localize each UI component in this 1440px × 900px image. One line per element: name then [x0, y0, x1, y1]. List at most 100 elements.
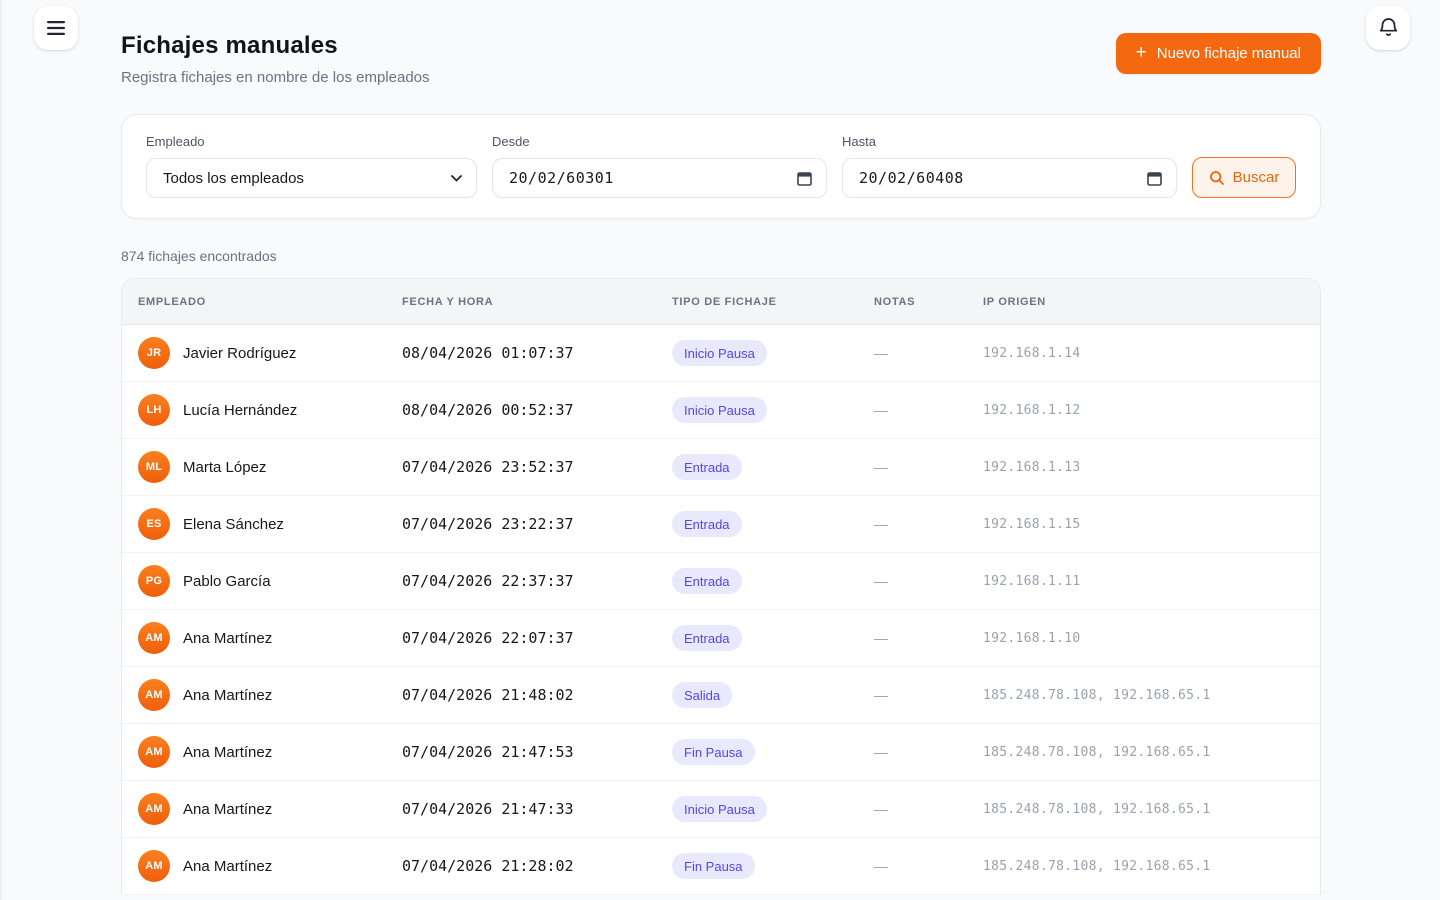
- ip-cell: 185.248.78.108, 192.168.65.1: [983, 858, 1211, 874]
- date-from-value: 20/02/60301: [509, 169, 614, 187]
- notes-cell: —: [874, 516, 888, 532]
- notes-cell: —: [874, 573, 888, 589]
- table-row[interactable]: AM Ana Martínez 07/04/2026 21:47:53 Fin …: [122, 724, 1320, 781]
- ip-cell: 185.248.78.108, 192.168.65.1: [983, 801, 1211, 817]
- new-manual-entry-label: Nuevo fichaje manual: [1156, 45, 1301, 62]
- calendar-icon[interactable]: [797, 171, 812, 186]
- employee-cell: PG Pablo García: [138, 565, 402, 597]
- results-count: 874 fichajes encontrados: [121, 248, 277, 264]
- table-row[interactable]: AM Ana Martínez 07/04/2026 21:28:02 Fin …: [122, 838, 1320, 895]
- search-button[interactable]: Buscar: [1192, 157, 1296, 198]
- table-row[interactable]: ML Marta López 07/04/2026 23:52:37 Entra…: [122, 439, 1320, 496]
- employee-name: Javier Rodríguez: [183, 344, 297, 362]
- table-row[interactable]: PG Pablo García 07/04/2026 22:37:37 Entr…: [122, 553, 1320, 610]
- entry-type-badge: Fin Pausa: [672, 853, 755, 879]
- plus-icon: +: [1135, 42, 1147, 63]
- date-from-field: Desde 20/02/60301: [492, 134, 827, 198]
- search-button-label: Buscar: [1232, 169, 1280, 186]
- table-row[interactable]: AM Ana Martínez 07/04/2026 21:48:02 Sali…: [122, 667, 1320, 724]
- search-icon: [1209, 170, 1225, 186]
- table-body: JR Javier Rodríguez 08/04/2026 01:07:37 …: [122, 325, 1320, 895]
- notes-cell: —: [874, 687, 888, 703]
- notifications-button[interactable]: [1366, 6, 1410, 50]
- menu-button[interactable]: [34, 6, 78, 50]
- employee-select[interactable]: Todos los empleados: [146, 158, 477, 198]
- notes-cell: —: [874, 744, 888, 760]
- entry-type-badge: Inicio Pausa: [672, 340, 767, 366]
- employee-cell: AM Ana Martínez: [138, 736, 402, 768]
- employee-name: Marta López: [183, 458, 267, 476]
- new-manual-entry-button[interactable]: + Nuevo fichaje manual: [1115, 33, 1321, 74]
- bell-icon: [1378, 17, 1399, 39]
- chevron-down-icon: [451, 174, 462, 182]
- avatar: LH: [138, 394, 170, 426]
- page-title: Fichajes manuales: [121, 32, 338, 59]
- employee-cell: LH Lucía Hernández: [138, 394, 402, 426]
- col-datetime: FECHA Y HORA: [402, 295, 494, 308]
- date-to-label: Hasta: [842, 134, 876, 149]
- notes-cell: —: [874, 858, 888, 874]
- ip-cell: 192.168.1.14: [983, 345, 1081, 361]
- table-row[interactable]: AM Ana Martínez 07/04/2026 22:07:37 Entr…: [122, 610, 1320, 667]
- employee-cell: JR Javier Rodríguez: [138, 337, 402, 369]
- notes-cell: —: [874, 345, 888, 361]
- employee-cell: AM Ana Martínez: [138, 793, 402, 825]
- date-to-field: Hasta 20/02/60408: [842, 134, 1177, 198]
- avatar: AM: [138, 736, 170, 768]
- ip-cell: 192.168.1.15: [983, 516, 1081, 532]
- table-header: EMPLEADO FECHA Y HORA TIPO DE FICHAJE NO…: [122, 279, 1320, 325]
- datetime-cell: 07/04/2026 21:48:02: [402, 686, 574, 704]
- employee-name: Ana Martínez: [183, 629, 273, 647]
- notes-cell: —: [874, 402, 888, 418]
- filters-card: Empleado Todos los empleados Desde 20/02…: [121, 114, 1321, 219]
- datetime-cell: 07/04/2026 21:47:33: [402, 800, 574, 818]
- datetime-cell: 07/04/2026 22:07:37: [402, 629, 574, 647]
- col-notes: NOTAS: [874, 295, 916, 308]
- page-header: Fichajes manuales Registra fichajes en n…: [121, 32, 1321, 86]
- table-row[interactable]: ES Elena Sánchez 07/04/2026 23:22:37 Ent…: [122, 496, 1320, 553]
- employee-name: Ana Martínez: [183, 857, 273, 875]
- avatar: AM: [138, 850, 170, 882]
- employee-label: Empleado: [146, 134, 205, 149]
- employee-name: Ana Martínez: [183, 800, 273, 818]
- employee-cell: AM Ana Martínez: [138, 679, 402, 711]
- employee-cell: ML Marta López: [138, 451, 402, 483]
- avatar: AM: [138, 793, 170, 825]
- ip-cell: 192.168.1.13: [983, 459, 1081, 475]
- datetime-cell: 07/04/2026 21:28:02: [402, 857, 574, 875]
- entry-type-badge: Salida: [672, 682, 733, 708]
- employee-select-value: Todos los empleados: [163, 169, 304, 187]
- calendar-icon[interactable]: [1147, 171, 1162, 186]
- col-employee: EMPLEADO: [138, 295, 206, 308]
- date-to-input[interactable]: 20/02/60408: [842, 158, 1177, 198]
- datetime-cell: 07/04/2026 21:47:53: [402, 743, 574, 761]
- date-to-value: 20/02/60408: [859, 169, 964, 187]
- entry-type-badge: Entrada: [672, 454, 742, 480]
- table-row[interactable]: LH Lucía Hernández 08/04/2026 00:52:37 I…: [122, 382, 1320, 439]
- employee-cell: ES Elena Sánchez: [138, 508, 402, 540]
- avatar: PG: [138, 565, 170, 597]
- page-subtitle: Registra fichajes en nombre de los emple…: [121, 69, 430, 86]
- employee-name: Elena Sánchez: [183, 515, 284, 533]
- employee-name: Pablo García: [183, 572, 271, 590]
- page-title-block: Fichajes manuales Registra fichajes en n…: [121, 32, 430, 86]
- table-row[interactable]: AM Ana Martínez 07/04/2026 21:47:33 Inic…: [122, 781, 1320, 838]
- ip-cell: 192.168.1.12: [983, 402, 1081, 418]
- employee-cell: AM Ana Martínez: [138, 622, 402, 654]
- employee-cell: AM Ana Martínez: [138, 850, 402, 882]
- employee-name: Ana Martínez: [183, 743, 273, 761]
- avatar: ES: [138, 508, 170, 540]
- datetime-cell: 08/04/2026 01:07:37: [402, 344, 574, 362]
- date-from-input[interactable]: 20/02/60301: [492, 158, 827, 198]
- datetime-cell: 08/04/2026 00:52:37: [402, 401, 574, 419]
- entries-table: EMPLEADO FECHA Y HORA TIPO DE FICHAJE NO…: [121, 278, 1321, 895]
- col-ip: IP ORIGEN: [983, 295, 1046, 308]
- entry-type-badge: Inicio Pausa: [672, 397, 767, 423]
- datetime-cell: 07/04/2026 23:22:37: [402, 515, 574, 533]
- employee-name: Lucía Hernández: [183, 401, 298, 419]
- ip-cell: 185.248.78.108, 192.168.65.1: [983, 744, 1211, 760]
- table-row[interactable]: JR Javier Rodríguez 08/04/2026 01:07:37 …: [122, 325, 1320, 382]
- ip-cell: 192.168.1.11: [983, 573, 1081, 589]
- date-from-label: Desde: [492, 134, 530, 149]
- main-content: Fichajes manuales Registra fichajes en n…: [121, 0, 1321, 895]
